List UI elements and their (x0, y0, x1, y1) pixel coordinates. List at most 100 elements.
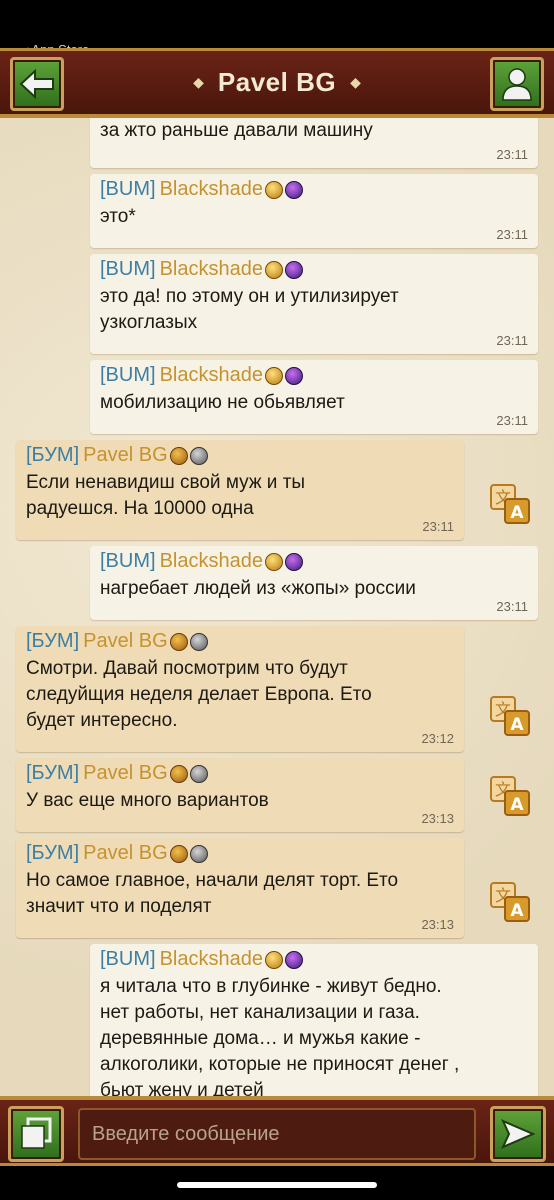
sender-clan-tag: [BUM] (100, 948, 156, 970)
lion-badge-icon (169, 764, 188, 783)
message-time: 23:13 (421, 811, 454, 826)
message-bubble-own[interactable]: [БУМ] Pavel BG Если ненавидиш свой муж и… (16, 440, 464, 540)
profile-button[interactable] (490, 57, 544, 111)
page-title: Pavel BG (217, 67, 337, 97)
sender-row: [BUM] Blackshade (100, 178, 303, 201)
home-indicator-area (0, 1166, 554, 1200)
svg-text:A: A (510, 795, 524, 815)
message-text: я читала что в глубинке - живут бедно. н… (100, 976, 460, 1096)
skull-badge-icon (189, 764, 208, 783)
chat-header: ◆ Pavel BG ◆ (0, 48, 554, 118)
message-time: 23:11 (496, 599, 528, 614)
sender-row: [BUM] Blackshade (100, 948, 303, 971)
person-icon (502, 68, 532, 101)
message-bubble-own[interactable]: [БУМ] Pavel BG Смотри. Давай посмотрим ч… (16, 626, 464, 752)
lion-badge-icon (169, 844, 188, 863)
lion-badge-icon (169, 446, 188, 465)
message-time: 23:11 (496, 227, 528, 242)
message-input-wrap (78, 1108, 476, 1160)
sender-row: [BUM] Blackshade (100, 364, 303, 387)
rank-badge-icon (264, 366, 283, 385)
message-text: мобилизацию не обьявляет (100, 392, 345, 413)
orb-badge-icon (284, 366, 303, 385)
message-text: У вас еще много вариантов (26, 790, 269, 811)
ornament-right-icon: ◆ (350, 74, 361, 90)
message-text: Если ненавидиш свой муж и ты радуешся. Н… (26, 472, 306, 519)
rank-badge-icon (264, 552, 283, 571)
message-bubble-own[interactable]: [БУМ] Pavel BG Но самое главное, начали … (16, 838, 464, 938)
translate-icon[interactable]: 文 A (490, 776, 530, 816)
message-text: Смотри. Давай посмотрим что будут следуй… (26, 658, 372, 731)
message-input-bar (0, 1096, 554, 1166)
copy-icon (21, 1117, 52, 1149)
send-arrow-icon (501, 1119, 535, 1149)
message-bubble[interactable]: [BUM] Blackshade мобилизацию не обьявляе… (90, 360, 538, 434)
chat-messages-list[interactable]: за жто раньше давали машину 23:11 [BUM] … (0, 118, 554, 1096)
sender-name[interactable]: Blackshade (160, 364, 263, 387)
home-indicator[interactable] (177, 1182, 377, 1188)
message-text: нагребает людей из «жопы» россии (100, 578, 416, 599)
message-input[interactable] (80, 1110, 474, 1158)
sender-clan-tag: [BUM] (100, 364, 156, 386)
sender-name[interactable]: Blackshade (160, 948, 263, 971)
lion-badge-icon (169, 632, 188, 651)
copy-button[interactable] (8, 1106, 64, 1162)
svg-text:A: A (510, 901, 524, 921)
sender-row: [БУМ] Pavel BG (26, 762, 208, 785)
sender-name[interactable]: Pavel BG (83, 842, 167, 865)
sender-clan-tag: [BUM] (100, 258, 156, 280)
translate-icon[interactable]: 文 A (490, 484, 530, 524)
sender-clan-tag: [БУМ] (26, 762, 80, 784)
message-time: 23:11 (496, 333, 528, 348)
message-bubble[interactable]: за жто раньше давали машину 23:11 (90, 118, 538, 168)
sender-clan-tag: [БУМ] (26, 842, 80, 864)
orb-badge-icon (284, 552, 303, 571)
skull-badge-icon (189, 844, 208, 863)
sender-name[interactable]: Pavel BG (83, 444, 167, 467)
message-text: Но самое главное, начали делят торт. Ето… (26, 870, 399, 917)
sender-clan-tag: [BUM] (100, 178, 156, 200)
message-time: 23:12 (421, 731, 454, 746)
orb-badge-icon (284, 260, 303, 279)
arrow-left-icon (19, 68, 54, 100)
translate-icon[interactable]: 文 A (490, 696, 530, 736)
sender-clan-tag: [БУМ] (26, 630, 80, 652)
message-time: 23:11 (422, 519, 454, 534)
sender-clan-tag: [BUM] (100, 550, 156, 572)
rank-badge-icon (264, 180, 283, 199)
back-button[interactable] (10, 57, 64, 111)
message-text: это* (100, 206, 136, 227)
sender-row: [БУМ] Pavel BG (26, 842, 208, 865)
message-bubble[interactable]: [BUM] Blackshade я читала что в глубинке… (90, 944, 538, 1096)
sender-row: [БУМ] Pavel BG (26, 444, 208, 467)
message-time: 23:11 (496, 413, 528, 428)
svg-text:A: A (510, 503, 524, 523)
svg-text:A: A (510, 715, 524, 735)
sender-row: [БУМ] Pavel BG (26, 630, 208, 653)
message-text: за жто раньше давали машину (100, 120, 373, 141)
sender-name[interactable]: Blackshade (160, 258, 263, 281)
sender-clan-tag: [БУМ] (26, 444, 80, 466)
sender-name[interactable]: Blackshade (160, 178, 263, 201)
status-bar: ◂ App Store (0, 0, 554, 57)
rank-badge-icon (264, 950, 283, 969)
send-button[interactable] (490, 1106, 546, 1162)
message-bubble[interactable]: [BUM] Blackshade нагребает людей из «жоп… (90, 546, 538, 620)
rank-badge-icon (264, 260, 283, 279)
message-bubble[interactable]: [BUM] Blackshade это да! по этому он и у… (90, 254, 538, 354)
orb-badge-icon (284, 180, 303, 199)
translate-icon[interactable]: 文 A (490, 882, 530, 922)
message-bubble-own[interactable]: [БУМ] Pavel BG У вас еще много вариантов… (16, 758, 464, 832)
sender-name[interactable]: Blackshade (160, 550, 263, 573)
orb-badge-icon (284, 950, 303, 969)
sender-row: [BUM] Blackshade (100, 550, 303, 573)
sender-name[interactable]: Pavel BG (83, 762, 167, 785)
message-time: 23:11 (496, 147, 528, 162)
message-text: это да! по этому он и утилизирует узкогл… (100, 286, 399, 333)
ornament-left-icon: ◆ (193, 74, 204, 90)
message-time: 23:13 (421, 917, 454, 932)
sender-name[interactable]: Pavel BG (83, 630, 167, 653)
skull-badge-icon (189, 632, 208, 651)
message-bubble[interactable]: [BUM] Blackshade это* 23:11 (90, 174, 538, 248)
skull-badge-icon (189, 446, 208, 465)
